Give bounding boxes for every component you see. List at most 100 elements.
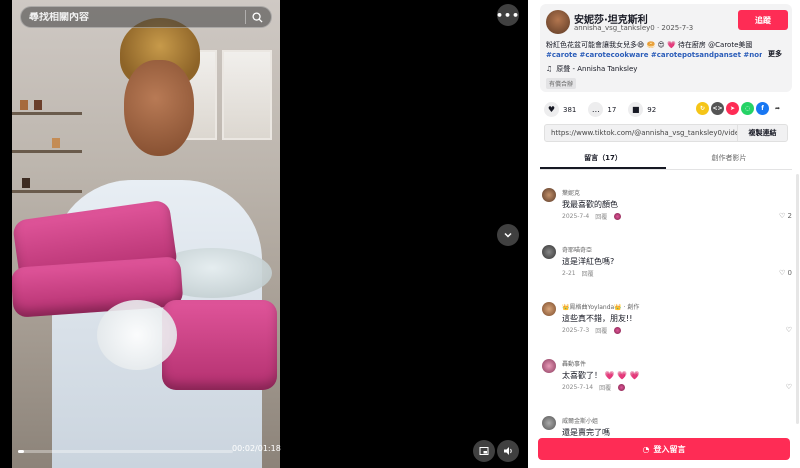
author-card: 安妮莎·坦克斯利 annisha_vsg_tanksley0 · 2025-7-…: [540, 4, 792, 92]
comment-like[interactable]: ♡ 2: [779, 212, 792, 220]
commenter-avatar[interactable]: [542, 302, 556, 316]
video-url[interactable]: https://www.tiktok.com/@annisha_vsg_tank…: [545, 129, 737, 137]
search-icon[interactable]: [252, 11, 263, 23]
person-face: [124, 60, 194, 156]
video-progress-fill: [18, 450, 25, 453]
save-stat[interactable]: ■ 92: [628, 102, 656, 117]
comment-text: 這些真不錯，朋友!!: [562, 314, 633, 323]
commenter-avatar[interactable]: [542, 416, 556, 430]
commenter-name[interactable]: 葉妮克: [562, 188, 580, 197]
commenter-name[interactable]: 👑鳳格曲Yoylanda👑 · 創作: [562, 302, 639, 311]
search-divider: [245, 10, 246, 24]
shelf-bag: [20, 100, 28, 110]
commenter-name[interactable]: 奇耶喵奇亞: [562, 245, 592, 254]
video-caption: 粉紅色花盆可能會讓我女兒多😄 🥯 😍 💗 待在廚房 @Carote美國 #car…: [546, 40, 762, 60]
volume-button[interactable]: [497, 440, 519, 462]
commenter-name[interactable]: 威爾金斯小姐: [562, 416, 598, 425]
creator-liked-avatar: [613, 212, 623, 221]
comment-text: 太喜歡了！ 💗 💗 💗: [562, 371, 640, 380]
creator-liked-avatar: [617, 383, 627, 392]
comment-date: 2025-7-14: [562, 384, 594, 391]
engagement-stats: ♥ 381 … 17 ■ 92: [544, 102, 656, 117]
tab-creator-videos[interactable]: 創作者影片: [666, 150, 792, 169]
picture-in-picture-icon: [479, 447, 489, 455]
follow-button[interactable]: 追蹤: [738, 10, 788, 30]
app-root: 00:02/01:18 ••• 安妮莎·坦克斯利 annish: [0, 0, 800, 468]
commenter-avatar[interactable]: [542, 359, 556, 373]
shelf-bag: [34, 100, 42, 110]
heart-outline-icon: ♡: [785, 326, 792, 334]
save-count: 92: [647, 105, 657, 114]
more-options-button[interactable]: •••: [495, 4, 521, 26]
embed-icon[interactable]: <>: [711, 102, 724, 115]
bookmark-icon: ■: [628, 102, 644, 117]
whatsapp-icon[interactable]: ◌: [741, 102, 754, 115]
reply-button[interactable]: 回覆: [582, 269, 594, 278]
video-time: 00:02/01:18: [232, 444, 281, 453]
commenter-avatar[interactable]: [542, 188, 556, 202]
comment-like-count: 0: [787, 269, 792, 277]
comment-count: 17: [607, 105, 617, 114]
facebook-icon[interactable]: f: [756, 102, 769, 115]
comment-like[interactable]: ♡: [786, 383, 792, 391]
repost-icon[interactable]: ↻: [696, 102, 709, 115]
background-window: [222, 50, 272, 140]
caption-text: 粉紅色花盆可能會讓我女兒多😄 🥯 😍 💗 待在廚房 @Carote美國: [546, 41, 753, 49]
next-video-button[interactable]: [497, 224, 519, 246]
caption-more-link[interactable]: 更多: [768, 49, 782, 59]
copy-link-button[interactable]: 複製連結: [737, 125, 787, 141]
login-to-comment-button[interactable]: ◔ 登入留言: [538, 438, 790, 460]
background-shelf: [12, 150, 82, 153]
send-to-friends-icon[interactable]: ➤: [726, 102, 739, 115]
login-to-comment-label: 登入留言: [653, 444, 686, 454]
heart-outline-icon: ♡: [779, 269, 786, 277]
like-stat[interactable]: ♥ 381: [544, 102, 576, 117]
reply-button[interactable]: 回覆: [595, 326, 607, 335]
paid-partnership-label: 有償合辦: [546, 78, 577, 89]
comment-item: 👑鳳格曲Yoylanda👑 · 創作 這些真不錯，朋友!! 2025-7-3 回…: [540, 298, 798, 355]
details-panel: 安妮莎·坦克斯利 annisha_vsg_tanksley0 · 2025-7-…: [528, 0, 800, 468]
picture-in-picture-button[interactable]: [473, 440, 495, 462]
more-dots-icon: •••: [495, 8, 521, 22]
comment-date: 2-21: [562, 270, 576, 277]
comment-date: 2025-7-3: [562, 327, 590, 334]
video-progress-bar[interactable]: [18, 450, 233, 453]
caption-hashtags[interactable]: #carote #carotecookware #carotepotsandpa…: [546, 50, 762, 60]
comment-stat[interactable]: … 17: [588, 102, 616, 117]
comment-text: 這是洋紅色嗎?: [562, 257, 615, 266]
pink-pot: [162, 300, 277, 390]
video-link-row: https://www.tiktok.com/@annisha_vsg_tank…: [544, 124, 788, 142]
comment-meta: 2025-7-14 回覆: [562, 383, 627, 392]
video-frame[interactable]: [12, 0, 280, 468]
reply-button[interactable]: 回覆: [595, 212, 607, 221]
comment-like[interactable]: ♡ 0: [779, 269, 792, 277]
comment-item: 葉妮克 我最喜歡的顏色 2025-7-4 回覆 ♡ 2: [540, 184, 798, 241]
video-search-input[interactable]: [29, 11, 239, 23]
author-avatar[interactable]: [546, 10, 570, 34]
comment-meta: 2-21 回覆: [562, 269, 594, 278]
background-shelf: [12, 190, 82, 193]
comment-meta: 2025-7-4 回覆: [562, 212, 623, 221]
panel-tabs: 留言（17） 創作者影片: [540, 150, 792, 170]
comment-scrollbar[interactable]: [796, 174, 799, 424]
like-count: 381: [563, 105, 577, 114]
comment-text: 還是賣完了嗎: [562, 428, 610, 437]
chevron-down-icon: [504, 232, 512, 238]
shelf-bag: [22, 178, 30, 188]
reply-button[interactable]: 回覆: [599, 383, 611, 392]
background-shelf: [12, 112, 82, 115]
tab-comments[interactable]: 留言（17）: [540, 150, 666, 169]
video-search-bar[interactable]: [20, 6, 272, 28]
author-username-date: annisha_vsg_tanksley0 · 2025-7-3: [574, 24, 694, 32]
comment-text: 我最喜歡的顏色: [562, 200, 618, 209]
commenter-avatar[interactable]: [542, 245, 556, 259]
volume-icon: [503, 447, 512, 455]
heart-outline-icon: ♡: [785, 383, 792, 391]
comment-like[interactable]: ♡: [786, 326, 792, 334]
commenter-name[interactable]: 轟動事件: [562, 359, 586, 368]
heart-outline-icon: ♡: [779, 212, 786, 220]
music-note-icon: ♫: [546, 65, 553, 73]
music-row[interactable]: ♫ 原聲 - Annisha Tanksley: [546, 64, 637, 74]
share-arrow-icon[interactable]: ➦: [771, 102, 784, 115]
comment-list: 葉妮克 我最喜歡的顏色 2025-7-4 回覆 ♡ 2 奇耶喵奇亞 這是洋紅色嗎…: [540, 184, 798, 468]
